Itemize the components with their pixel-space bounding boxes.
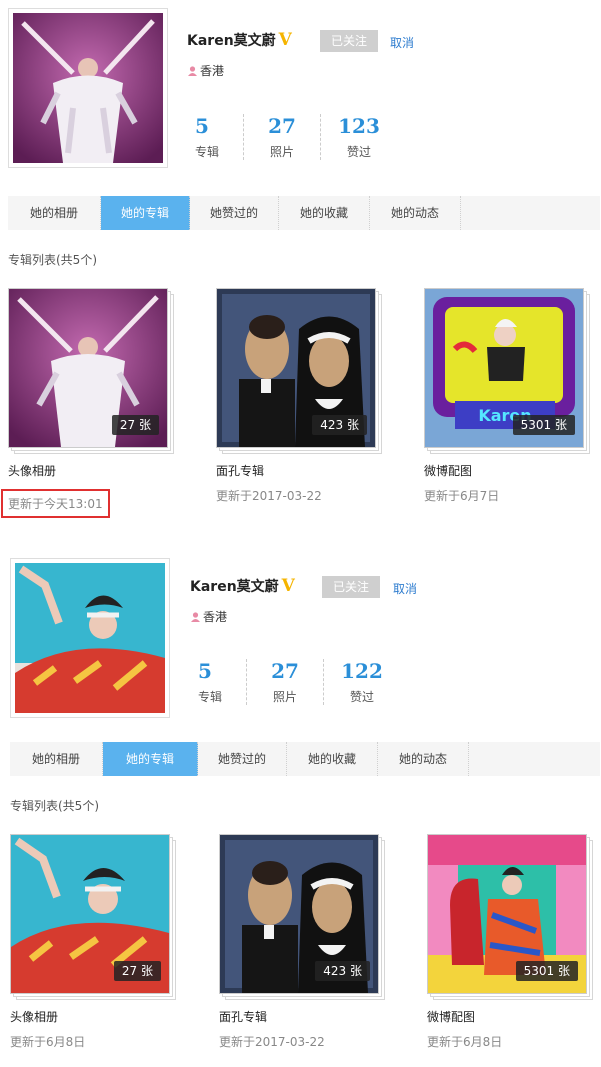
followed-button[interactable]: 已关注 [320, 30, 378, 52]
album-update-time: 更新于2017-03-22 [216, 489, 322, 503]
album-list-title: 专辑列表(共5个) [8, 253, 97, 267]
tab-her-liked[interactable]: 她赞过的 [198, 742, 287, 776]
user-location-icon [188, 65, 197, 76]
stat-photos-label: 照片 [269, 145, 294, 159]
stat-likes-label: 赞过 [346, 145, 371, 159]
location: 香港 [191, 608, 227, 625]
album-update-time: 更新于6月7日 [424, 489, 500, 503]
tab-her-albums[interactable]: 她的相册 [8, 196, 101, 230]
album-card[interactable]: 423 张 面孔专辑 更新于2017-03-22 [216, 288, 382, 504]
stat-albums[interactable]: 5 专辑 [190, 659, 247, 705]
album-name[interactable]: 头像相册 [10, 1008, 173, 1025]
photo-count-badge: 5301 张 [512, 415, 575, 435]
photo-count-badge: 27 张 [113, 961, 161, 981]
verified-icon: V [278, 30, 292, 50]
album-update-time: 更新于6月8日 [427, 1035, 503, 1049]
avatar[interactable] [8, 8, 168, 168]
album-update-time: 更新于今天13:01 [1, 489, 110, 518]
album-card[interactable]: 27 张 头像相册 更新于今天13:01 [1, 288, 174, 518]
stat-photos-label: 照片 [272, 690, 297, 704]
album-name[interactable]: 面孔专辑 [216, 462, 379, 479]
tab-her-collections[interactable]: 她的专辑 [101, 196, 190, 230]
stat-albums[interactable]: 5 专辑 [187, 114, 244, 160]
tab-her-activity[interactable]: 她的动态 [370, 196, 461, 230]
stat-albums-value: 5 [198, 659, 212, 683]
tab-her-favorites[interactable]: 她的收藏 [279, 196, 370, 230]
stats-row: 5 专辑 27 照片 122 赞过 [190, 659, 400, 705]
album-card[interactable]: Karen 5301 张 微博配图 更新于6月7日 [424, 288, 590, 504]
profile-tabs: 她的相册 她的专辑 她赞过的 她的收藏 她的动态 [8, 196, 600, 230]
tab-her-activity[interactable]: 她的动态 [378, 742, 469, 776]
user-location-icon [191, 611, 200, 622]
album-list-title: 专辑列表(共5个) [10, 799, 99, 813]
photo-count-badge: 423 张 [315, 961, 370, 981]
stat-likes-value: 123 [338, 114, 380, 138]
profile-tabs: 她的相册 她的专辑 她赞过的 她的收藏 她的动态 [10, 742, 600, 776]
stat-photos-value: 27 [271, 659, 299, 683]
album-card[interactable]: 27 张 头像相册 更新于6月8日 [10, 834, 176, 1050]
tab-her-liked[interactable]: 她赞过的 [190, 196, 279, 230]
verified-icon: V [281, 576, 295, 596]
location-text: 香港 [200, 64, 225, 78]
followed-button[interactable]: 已关注 [322, 576, 380, 598]
unfollow-link[interactable]: 取消 [393, 580, 417, 597]
user-name[interactable]: Karen莫文蔚 [190, 576, 279, 596]
tab-her-albums[interactable]: 她的相册 [10, 742, 103, 776]
photo-count-badge: 27 张 [111, 415, 159, 435]
stats-row: 5 专辑 27 照片 123 赞过 [187, 114, 397, 160]
tab-her-favorites[interactable]: 她的收藏 [287, 742, 378, 776]
photo-count-badge: 423 张 [312, 415, 367, 435]
stat-likes-value: 122 [341, 659, 383, 683]
stat-likes-label: 赞过 [349, 690, 374, 704]
avatar-image [15, 563, 165, 713]
location-text: 香港 [203, 610, 228, 624]
photo-count-badge: 5301 张 [515, 961, 578, 981]
avatar-image [13, 13, 163, 163]
unfollow-link[interactable]: 取消 [390, 34, 414, 51]
stat-albums-label: 专辑 [195, 145, 220, 159]
stat-albums-label: 专辑 [198, 690, 223, 704]
tab-her-collections[interactable]: 她的专辑 [103, 742, 198, 776]
stat-photos[interactable]: 27 照片 [244, 114, 321, 160]
album-update-time: 更新于2017-03-22 [219, 1035, 325, 1049]
stat-photos[interactable]: 27 照片 [247, 659, 324, 705]
user-name[interactable]: Karen莫文蔚 [187, 30, 276, 50]
stat-photos-value: 27 [268, 114, 296, 138]
album-name[interactable]: 头像相册 [8, 462, 171, 479]
stat-likes[interactable]: 122 赞过 [324, 659, 400, 705]
album-name[interactable]: 微博配图 [427, 1008, 590, 1025]
album-name[interactable]: 面孔专辑 [219, 1008, 382, 1025]
stat-albums-value: 5 [195, 114, 209, 138]
album-name[interactable]: 微博配图 [424, 462, 587, 479]
album-card[interactable]: 423 张 面孔专辑 更新于2017-03-22 [219, 834, 385, 1050]
album-card[interactable]: 5301 张 微博配图 更新于6月8日 [427, 834, 593, 1050]
stat-likes[interactable]: 123 赞过 [321, 114, 397, 160]
location: 香港 [188, 62, 224, 79]
album-update-time: 更新于6月8日 [10, 1035, 86, 1049]
avatar[interactable] [10, 558, 170, 718]
